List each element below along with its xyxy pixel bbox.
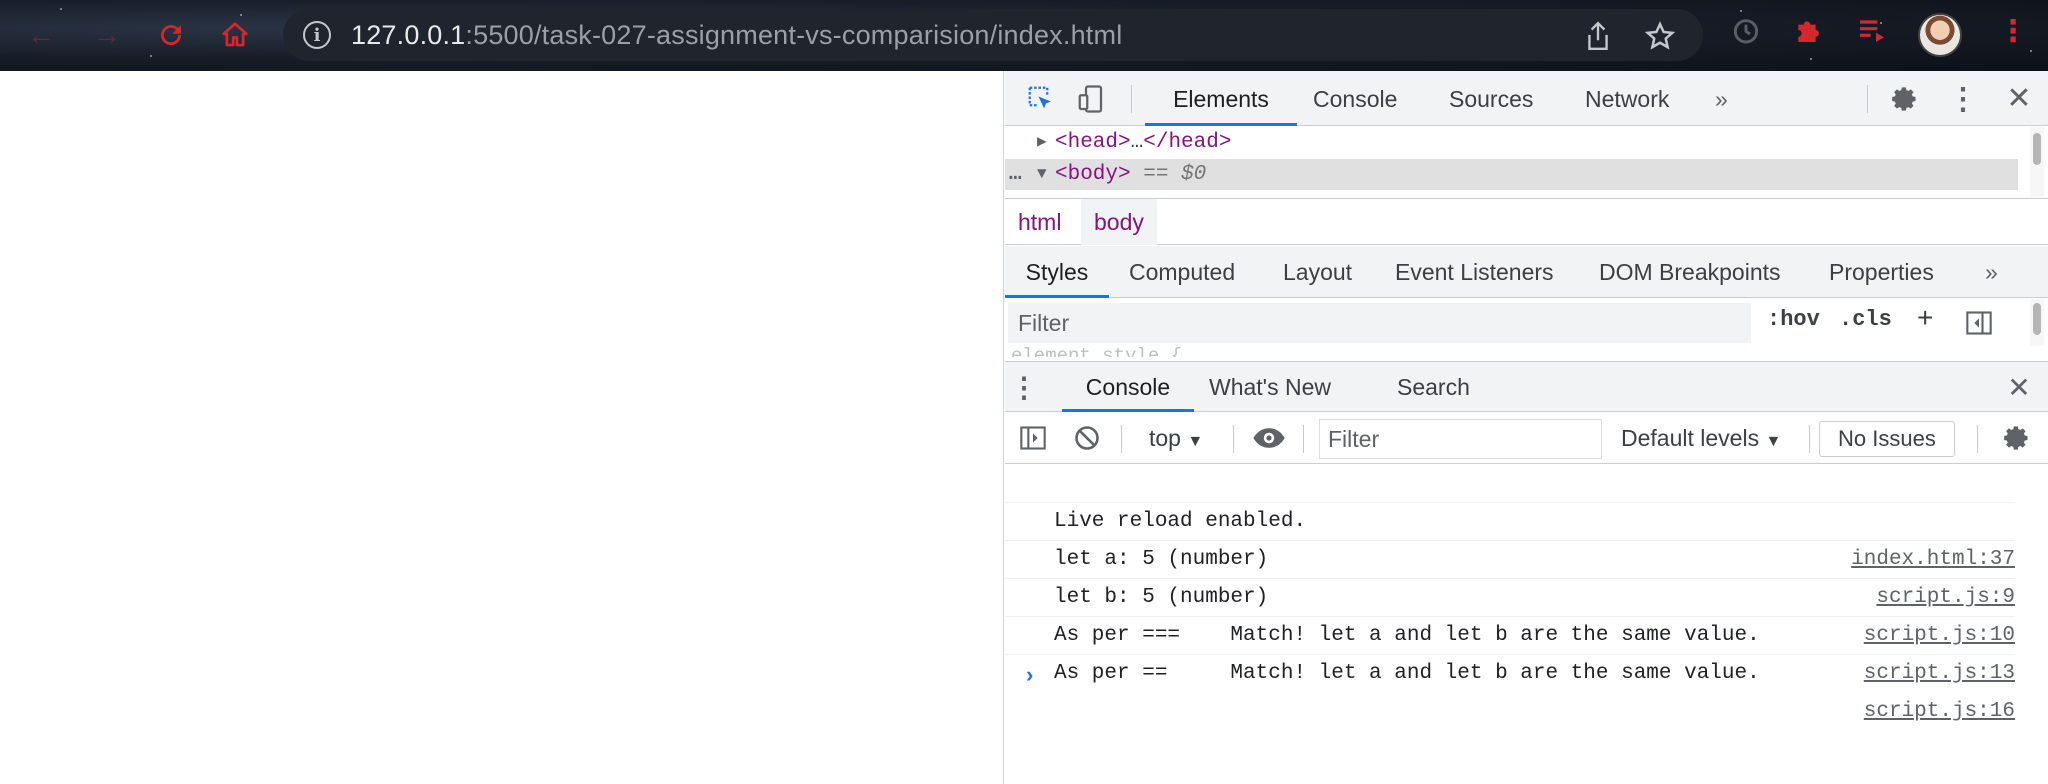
tab-computed[interactable]: Computed xyxy=(1129,246,1235,298)
context-selector[interactable]: top ▼ xyxy=(1149,413,1203,463)
share-icon[interactable] xyxy=(1585,21,1611,58)
back-icon[interactable]: ← xyxy=(24,18,58,52)
history-icon[interactable] xyxy=(1730,14,1762,53)
toolbar-divider xyxy=(1303,425,1304,453)
dom-node-head[interactable]: ▶ <head>…</head> xyxy=(1005,127,2018,158)
forward-icon[interactable]: → xyxy=(90,18,124,52)
tab-event-listeners[interactable]: Event Listeners xyxy=(1395,246,1554,298)
toggle-sidebar-icon[interactable] xyxy=(1963,307,1995,339)
drawer-tab-search[interactable]: Search xyxy=(1397,362,1470,412)
clear-console-icon[interactable] xyxy=(1071,422,1103,454)
drawer-tab-whats-new[interactable]: What's New xyxy=(1209,362,1331,412)
more-actions-icon[interactable]: … xyxy=(1009,159,1022,190)
console-message: As per == Match! let a and let b are the… xyxy=(1005,617,2015,723)
console-message: let b: 5 (number) script.js:10 xyxy=(1005,541,2015,647)
breadcrumb-body[interactable]: body xyxy=(1081,199,1157,245)
settings-gear-icon[interactable] xyxy=(1889,83,1921,115)
background-star xyxy=(240,14,242,16)
drawer-tab-console[interactable]: Console xyxy=(1062,362,1194,412)
avatar[interactable] xyxy=(1918,13,1962,57)
console-message: Live reload enabled. index.html:37 xyxy=(1005,465,2015,571)
tab-elements[interactable]: Elements xyxy=(1145,71,1297,126)
puzzle-icon[interactable] xyxy=(1793,14,1825,53)
styles-scrollbar[interactable] xyxy=(2030,299,2044,346)
styles-filter-row: :hov .cls + xyxy=(1005,299,2048,346)
star-icon[interactable] xyxy=(1644,21,1676,58)
console-prompt[interactable]: › xyxy=(1023,664,1036,689)
background-star xyxy=(1810,58,1812,60)
tab-layout[interactable]: Layout xyxy=(1283,246,1352,298)
home-icon[interactable] xyxy=(218,18,252,52)
console-toolbar: top ▼ Default levels ▼ No Issues xyxy=(1005,413,2048,464)
tab-properties[interactable]: Properties xyxy=(1829,246,1934,298)
collapse-triangle-icon[interactable]: ▼ xyxy=(1037,159,1047,190)
source-link[interactable]: script.js:13 xyxy=(1864,655,2015,693)
breadcrumb: html body xyxy=(1005,198,2048,245)
toolbar-divider xyxy=(1121,425,1122,453)
toolbar-divider xyxy=(1131,85,1132,113)
playlist-icon[interactable] xyxy=(1856,14,1888,53)
console-filter-input[interactable] xyxy=(1319,419,1602,459)
console-message: As per === Match! let a and let b are th… xyxy=(1005,579,2015,685)
breadcrumb-html[interactable]: html xyxy=(1005,199,1074,245)
tab-sources[interactable]: Sources xyxy=(1449,71,1533,126)
devtools-toolbar: Elements Console Sources Network » ⋮ ✕ xyxy=(1005,71,2048,126)
new-style-rule-icon[interactable]: + xyxy=(1917,302,1933,334)
cls-toggle[interactable]: .cls xyxy=(1839,307,1892,332)
tab-dom-breakpoints[interactable]: DOM Breakpoints xyxy=(1599,246,1781,298)
background-star xyxy=(150,55,152,57)
tab-network[interactable]: Network xyxy=(1585,71,1669,126)
page-viewport xyxy=(0,71,1004,784)
dropdown-triangle-icon: ▼ xyxy=(1765,433,1782,450)
console-settings-gear-icon[interactable] xyxy=(2001,422,2033,454)
tab-styles[interactable]: Styles xyxy=(1005,246,1109,298)
dom-tree: ▶ <head>…</head> … ▼ <body> == $0 xyxy=(1005,127,2048,197)
toolbar-divider xyxy=(1233,425,1234,453)
dropdown-triangle-icon: ▼ xyxy=(1187,433,1204,450)
inspect-element-icon[interactable] xyxy=(1025,83,1057,115)
toolbar-divider xyxy=(1867,85,1868,113)
hov-toggle[interactable]: :hov xyxy=(1767,307,1820,332)
background-star xyxy=(60,8,62,10)
browser-toolbar: ← → i 127.0.0.1:5500/task-027-assignment… xyxy=(0,0,2048,71)
dom-node-body[interactable]: … ▼ <body> == $0 xyxy=(1005,159,2018,190)
styles-tabbar: Styles Computed Layout Event Listeners D… xyxy=(1005,246,2048,298)
console-output: Live reload enabled. index.html:37 let a… xyxy=(1005,465,2048,784)
more-options-icon[interactable]: ⋮ xyxy=(1948,83,1978,116)
more-tabs-icon[interactable]: » xyxy=(1985,246,1998,298)
tab-console[interactable]: Console xyxy=(1313,71,1397,126)
element-style-rule: element.style { xyxy=(1011,347,1182,357)
dom-scrollbar[interactable] xyxy=(2030,127,2044,197)
more-tabs-icon[interactable]: » xyxy=(1715,71,1728,126)
console-message-text: As per == Match! let a and let b are the… xyxy=(1054,662,1760,685)
info-icon[interactable]: i xyxy=(303,21,331,49)
close-drawer-icon[interactable]: ✕ xyxy=(2004,370,2034,404)
address-bar[interactable]: i 127.0.0.1:5500/task-027-assignment-vs-… xyxy=(283,9,1703,61)
devtools-panel: Elements Console Sources Network » ⋮ ✕ ▶… xyxy=(1005,71,2048,784)
toolbar-divider xyxy=(1977,425,1978,453)
styles-filter-input[interactable] xyxy=(1008,303,1751,343)
reload-icon[interactable] xyxy=(154,18,188,52)
show-sidebar-icon[interactable] xyxy=(1017,422,1049,454)
live-expression-eye-icon[interactable] xyxy=(1251,422,1287,454)
expand-triangle-icon[interactable]: ▶ xyxy=(1037,127,1047,158)
source-link[interactable]: script.js:16 xyxy=(1864,693,2015,731)
menu-icon[interactable]: ⋮ xyxy=(1998,14,2028,49)
drawer-menu-icon[interactable]: ⋮ xyxy=(1010,372,1038,403)
device-toolbar-icon[interactable] xyxy=(1075,83,1107,115)
toolbar-divider xyxy=(1809,425,1810,453)
issues-button[interactable]: No Issues xyxy=(1819,421,1955,457)
background-star xyxy=(1740,10,1742,12)
url-text[interactable]: 127.0.0.1:5500/task-027-assignment-vs-co… xyxy=(351,20,1122,51)
close-icon[interactable]: ✕ xyxy=(2003,81,2035,115)
log-levels-dropdown[interactable]: Default levels ▼ xyxy=(1621,413,1781,463)
drawer-tabbar: ⋮ Console What's New Search ✕ xyxy=(1005,361,2048,412)
background-star xyxy=(2030,50,2032,52)
console-message: let a: 5 (number) script.js:9 xyxy=(1005,503,2015,609)
